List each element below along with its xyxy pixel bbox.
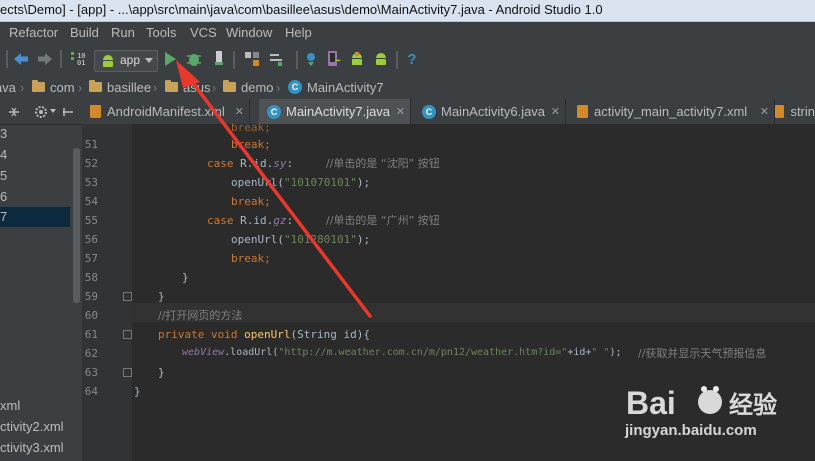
svg-text:Bai: Bai — [626, 385, 676, 421]
watermark-url: jingyan.baidu.com — [625, 422, 757, 439]
svg-text:经验: 经验 — [729, 391, 777, 419]
baidu-watermark-logo: Bai 经验 — [626, 385, 777, 421]
